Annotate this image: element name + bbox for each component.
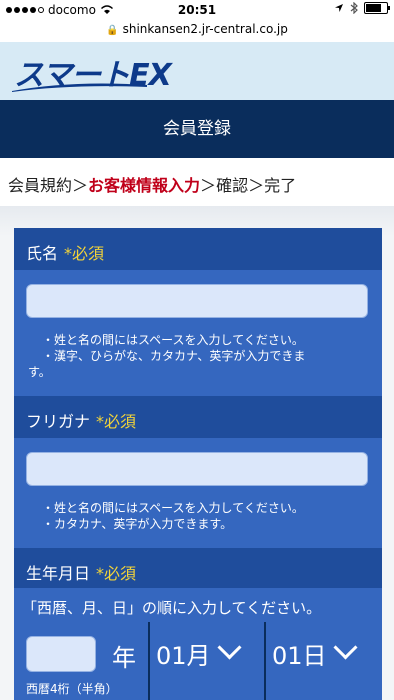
- furigana-section-header: フリガナ *必須: [14, 396, 382, 438]
- birthdate-required-badge: *必須: [96, 564, 137, 583]
- breadcrumb-step-complete: 完了: [264, 176, 297, 195]
- status-icons: [334, 2, 390, 14]
- name-required-badge: *必須: [64, 244, 105, 263]
- breadcrumb-step-terms: 会員規約: [8, 176, 73, 195]
- birth-day-select[interactable]: 01日: [272, 635, 358, 671]
- furigana-required-badge: *必須: [96, 412, 137, 431]
- birth-year-help: 西暦4桁（半角）: [26, 682, 118, 696]
- name-label: 氏名: [26, 244, 59, 263]
- furigana-label: フリガナ: [26, 412, 91, 431]
- field-divider: [264, 622, 266, 700]
- birth-month-select[interactable]: 01月: [156, 635, 242, 671]
- furigana-input[interactable]: [26, 452, 368, 486]
- page-title: 会員登録: [163, 119, 231, 139]
- breadcrumb: 会員規約＞お客様情報入力＞確認＞完了: [8, 176, 297, 195]
- url-text: shinkansen2.jr-central.co.jp: [122, 22, 288, 36]
- furigana-notes: ・姓と名の間にはスペースを入力してください。 ・カタカナ、英字が入力できます。: [42, 501, 304, 531]
- field-divider: [148, 622, 150, 700]
- battery-icon: [364, 2, 390, 14]
- name-input[interactable]: [26, 284, 368, 318]
- year-unit-label: 年: [112, 644, 136, 672]
- status-bar: docomo 20:51: [0, 0, 394, 20]
- breadcrumb-step-current: お客様情報入力: [88, 176, 201, 195]
- birth-year-input[interactable]: [26, 636, 96, 672]
- logo-swoosh-icon: [12, 83, 147, 92]
- registration-form: 氏名 *必須 ・姓と名の間にはスペースを入力してください。 ・漢字、ひらがな、カタ…: [14, 228, 382, 700]
- birthdate-label: 生年月日: [26, 564, 91, 583]
- logo-band: スマートEX: [0, 42, 394, 100]
- url-bar[interactable]: 🔒 shinkansen2.jr-central.co.jp: [0, 20, 394, 42]
- lock-icon: 🔒: [106, 25, 119, 36]
- name-notes: ・姓と名の間にはスペースを入力してください。 ・漢字、ひらがな、カタカナ、英字が…: [28, 333, 306, 379]
- page-header: 会員登録: [0, 100, 394, 158]
- name-section-header: 氏名 *必須: [14, 228, 382, 270]
- location-icon: [335, 4, 343, 12]
- birthdate-instruction: 「西暦、月、日」の順に入力してください。: [22, 599, 322, 617]
- birthdate-section-header: 生年月日 *必須: [14, 548, 382, 588]
- breadcrumb-step-confirm: 確認: [216, 176, 249, 195]
- bluetooth-icon: [350, 2, 358, 14]
- chevron-down-icon: [333, 635, 358, 660]
- chevron-down-icon: [217, 635, 242, 660]
